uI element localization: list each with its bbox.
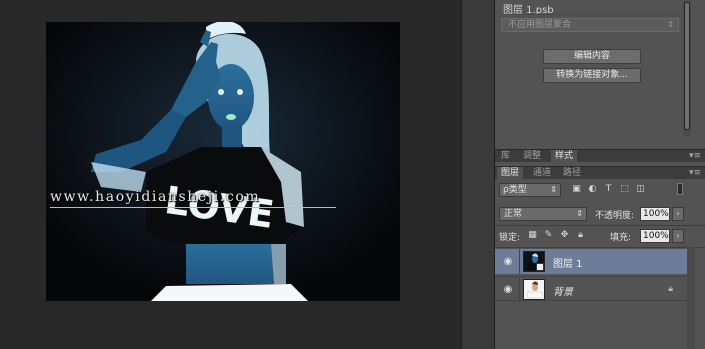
right-panel: 图层 1.psb 不应用图层复合 ⇕ 编辑内容 转换为链接对象... 库 调整 … (495, 0, 705, 349)
watermark-underline (50, 207, 336, 208)
lock-row: 锁定: ▦ ✎ ✥ 🔒︎ 填充: 100% › (499, 229, 689, 244)
layer-comp-select-value: 不应用图层复合 (508, 20, 572, 30)
panel-menu-icon[interactable]: ▾≡ (689, 150, 701, 162)
layers-panel: ρ类型 ⇕ ▣ ◐ T ⬚ ◫ 正常 ⇕ 不透明度: 100% › 锁定: ▦ … (495, 179, 705, 349)
convert-to-linked-button[interactable]: 转换为链接对象... (543, 68, 641, 83)
fill-input[interactable]: 100% (640, 229, 670, 243)
eye-icon[interactable]: ◉ (502, 285, 514, 295)
divider (495, 247, 705, 248)
watermark-text: www.haoyidiansheji.com (50, 189, 261, 205)
opacity-dropdown-button[interactable]: › (672, 207, 684, 221)
filter-shape-icon[interactable]: ⬚ (619, 184, 630, 195)
layer-row-selected[interactable]: ◉ 图层 1 (495, 249, 687, 274)
filter-adjustment-icon[interactable]: ◐ (587, 184, 598, 195)
layer-thumbnail-image (524, 280, 544, 299)
lock-all-icon[interactable]: 🔒︎ (575, 230, 586, 241)
library-tabbar: 库 调整 样式 ▾≡ (495, 149, 705, 163)
properties-divider (499, 14, 679, 15)
filter-toggle-switch[interactable] (677, 183, 683, 195)
eye-icon[interactable]: ◉ (502, 257, 514, 267)
panel-dock-strip (461, 0, 495, 349)
edit-contents-button[interactable]: 编辑内容 (543, 49, 641, 64)
properties-panel: 图层 1.psb 不应用图层复合 ⇕ 编辑内容 转换为链接对象... (495, 0, 705, 146)
layer-name[interactable]: 背景 (553, 283, 573, 298)
layer-thumbnail[interactable] (523, 279, 545, 300)
layers-tabbar: 图层 通道 路径 ▾≡ (495, 166, 705, 180)
chevron-updown-icon: ⇕ (550, 185, 557, 194)
filter-smart-object-icon[interactable]: ◫ (635, 184, 646, 195)
layer-row[interactable]: ◉ 背景 🔒︎ (495, 276, 687, 302)
opacity-input[interactable]: 100% (640, 207, 670, 221)
smart-object-icon (536, 263, 544, 271)
chevron-updown-icon: ⇕ (576, 209, 583, 218)
document-canvas[interactable]: LOVE www.haoyidiansheji.com (46, 22, 400, 301)
blend-row: 正常 ⇕ 不透明度: 100% › (499, 207, 689, 222)
blend-mode-select[interactable]: 正常 ⇕ (499, 207, 587, 221)
lock-position-icon[interactable]: ✥ (559, 230, 570, 241)
blend-mode-value: 正常 (504, 209, 523, 219)
layer-thumbnail[interactable] (523, 251, 545, 272)
filter-type-icon[interactable]: T (603, 184, 614, 195)
fill-label: 填充: (610, 233, 632, 243)
lock-label: 锁定: (499, 233, 521, 243)
lock-image-icon[interactable]: ✎ (543, 230, 554, 241)
layer-filter-kind-select[interactable]: ρ类型 ⇕ (499, 183, 561, 197)
layer-filter-row: ρ类型 ⇕ ▣ ◐ T ⬚ ◫ (499, 183, 687, 197)
divider (519, 277, 520, 302)
chevron-updown-icon: ⇕ (667, 20, 674, 29)
divider (495, 225, 705, 226)
opacity-label: 不透明度: (595, 211, 635, 221)
panel-menu-icon[interactable]: ▾≡ (689, 167, 701, 179)
scrollbar-thumb[interactable] (684, 2, 690, 130)
lock-icon: 🔒︎ (668, 284, 673, 294)
layer-comp-select[interactable]: 不应用图层复合 ⇕ (501, 18, 679, 32)
layers-scrollbar[interactable] (687, 247, 695, 349)
layer-name[interactable]: 图层 1 (553, 255, 583, 270)
document-workspace: LOVE www.haoyidiansheji.com (0, 0, 461, 349)
filter-pixel-icon[interactable]: ▣ (571, 184, 582, 195)
inverted-photo: LOVE (46, 22, 400, 301)
layer-filter-kind-value: ρ类型 (503, 185, 527, 195)
divider (519, 249, 520, 274)
properties-scrollbar[interactable] (683, 0, 691, 136)
fill-dropdown-button[interactable]: › (672, 229, 684, 243)
lock-transparency-icon[interactable]: ▦ (527, 230, 538, 241)
